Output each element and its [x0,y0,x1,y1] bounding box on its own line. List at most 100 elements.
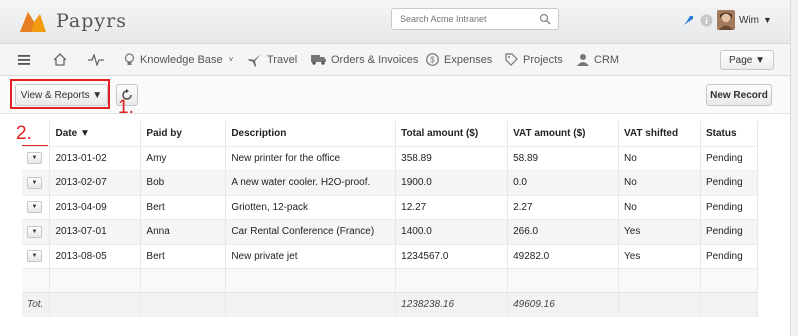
user-area: Wim ▼ [682,10,772,30]
cell-paid-by: Bert [140,243,227,269]
table-row[interactable]: ▼ 2013-01-02 Amy New printer for the off… [22,145,759,171]
table-row[interactable]: ▼ 2013-07-01 Anna Car Rental Conference … [22,219,759,244]
nav-activity[interactable] [88,53,109,66]
cell-total-amount: 12.27 [395,194,509,220]
nav-label: CRM [594,53,620,66]
cell-vat-amount: 58.89 [507,145,619,171]
top-bar: Papyrs Wim ▼ [0,0,790,44]
cell-status: Pending [700,219,759,244]
nav-crm[interactable]: CRM [577,53,619,66]
footer-vat-amount: 49609.16 [507,292,619,317]
cell-vat-shifted: No [618,145,701,171]
expenses-table: Date ▼ Paid by Description Total amount … [22,121,759,317]
cell-total-amount: 1234567.0 [395,243,509,269]
cell-date: 2013-01-02 [49,145,142,171]
nav-orders-invoices[interactable]: Orders & Invoices [311,54,418,66]
nav-expenses[interactable]: $ Expenses [426,53,492,66]
table-spacer-row [22,268,759,293]
nav-label: Knowledge Base [140,53,223,66]
cell-vat-amount: 0.0 [507,170,619,195]
table-row[interactable]: ▼ 2013-02-07 Bob A new water cooler. H2O… [22,170,759,195]
cell-total-amount: 1400.0 [395,219,509,244]
table-row[interactable]: ▼ 2013-08-05 Bert New private jet 123456… [22,243,759,269]
cell-vat-shifted: No [618,170,701,195]
cell-date: 2013-07-01 [49,219,142,244]
cell-paid-by: Amy [140,145,227,171]
cell-date: 2013-08-05 [49,243,142,269]
row-menu-button[interactable]: ▼ [27,152,42,165]
cell-description: New printer for the office [225,145,397,171]
search-box[interactable] [391,8,559,30]
cell-total-amount: 1900.0 [395,170,509,195]
row-menu-button[interactable]: ▼ [27,201,42,214]
cell-paid-by: Bert [140,194,227,220]
cell-total-amount: 358.89 [395,145,509,171]
lightbulb-icon [124,52,135,65]
nav-projects[interactable]: Projects [505,53,563,66]
papyrs-logo-icon [20,12,46,32]
cell-vat-amount: 266.0 [507,219,619,244]
rocket-icon[interactable] [682,13,696,27]
column-header-description[interactable]: Description [225,121,397,146]
nav-home[interactable] [53,53,72,66]
nav-label: Expenses [444,53,493,66]
column-header-vat-amount[interactable]: VAT amount ($) [507,121,619,146]
column-header-total-amount[interactable]: Total amount ($) [395,121,509,146]
search-input[interactable] [392,9,532,29]
tag-icon [505,53,518,66]
cell-vat-amount: 2.27 [507,194,619,220]
cell-vat-amount: 49282.0 [507,243,619,269]
cell-vat-shifted: Yes [618,243,701,269]
dollar-icon: $ [426,53,439,66]
app-name: Papyrs [56,10,127,32]
main-nav: Knowledge Base ˅ Travel Orders & Invoice… [0,44,790,76]
cell-paid-by: Anna [140,219,227,244]
footer-total-amount: 1238238.16 [395,292,509,317]
search-icon[interactable] [539,13,551,25]
nav-label: Orders & Invoices [331,53,419,66]
cell-description: Car Rental Conference (France) [225,219,397,244]
cell-status: Pending [700,243,759,269]
user-name[interactable]: Wim [739,15,759,26]
row-menu-button[interactable]: ▼ [27,225,42,238]
app-logo[interactable]: Papyrs [18,8,127,34]
svg-text:$: $ [430,56,435,65]
column-header-status[interactable]: Status [700,121,759,146]
column-header-date[interactable]: Date ▼ [49,121,142,146]
column-header-actions [22,121,51,146]
cell-description: A new water cooler. H2O-proof. [225,170,397,195]
cell-date: 2013-04-09 [49,194,142,220]
column-header-vat-shifted[interactable]: VAT shifted [618,121,701,146]
menu-icon[interactable] [18,54,35,65]
cell-description: New private jet [225,243,397,269]
info-icon[interactable] [700,14,713,27]
cell-date: 2013-02-07 [49,170,142,195]
annotation-label-1: 1. [118,97,134,118]
cell-status: Pending [700,194,759,220]
annotation-box-view-reports [10,79,110,109]
column-header-paid-by[interactable]: Paid by [140,121,227,146]
nav-knowledge-base[interactable]: Knowledge Base ˅ [124,52,233,67]
page-scrollbar[interactable] [790,0,798,336]
row-menu-button[interactable]: ▼ [27,250,42,263]
cell-status: Pending [700,145,759,171]
cell-vat-shifted: Yes [618,219,701,244]
nav-travel[interactable]: Travel [248,53,297,67]
nav-label: Travel [267,53,298,66]
cell-paid-by: Bob [140,170,227,195]
table-row[interactable]: ▼ 2013-04-09 Bert Griotten, 12-pack 12.2… [22,194,759,220]
chevron-down-icon[interactable]: ▼ [763,15,772,25]
table-header-row: Date ▼ Paid by Description Total amount … [22,121,759,146]
cell-status: Pending [700,170,759,195]
truck-icon [311,55,326,65]
row-menu-button[interactable]: ▼ [27,176,42,189]
nav-label: Projects [523,53,563,66]
cell-vat-shifted: No [618,194,701,220]
new-record-button[interactable]: New Record [706,84,772,106]
page-menu-button[interactable]: Page ▼ [719,50,774,70]
home-icon [53,53,67,66]
footer-label: Tot. [22,292,51,317]
avatar[interactable] [717,10,735,30]
cell-description: Griotten, 12-pack [225,194,397,220]
person-icon [577,54,589,66]
